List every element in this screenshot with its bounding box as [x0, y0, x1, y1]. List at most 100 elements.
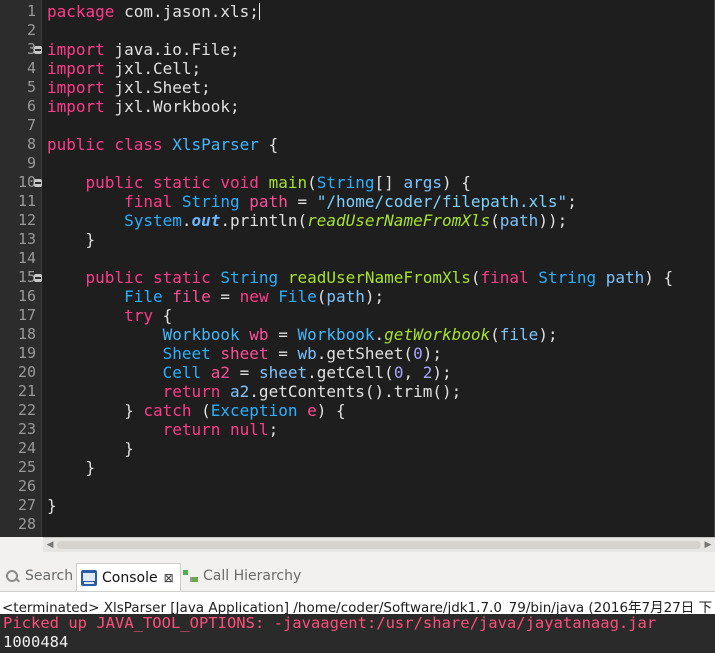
code-token: return null — [162, 420, 269, 439]
scrollbar-track[interactable] — [57, 541, 701, 549]
search-icon — [4, 568, 20, 584]
code-token: ); — [538, 325, 558, 344]
code-line[interactable]: 22 } catch (Exception e) { — [0, 401, 714, 420]
code-token: import — [47, 40, 105, 59]
code-token: ; — [268, 420, 279, 439]
code-token: e — [307, 401, 317, 420]
line-number: 14 — [17, 249, 36, 267]
line-number: 1 — [26, 2, 36, 20]
code-token: } — [47, 496, 57, 515]
code-token: ) { — [316, 401, 346, 420]
code-text: public class XlsParser { — [47, 135, 278, 154]
code-token: System — [124, 211, 182, 230]
scroll-left-arrow-icon[interactable]: ◀ — [45, 540, 55, 550]
code-line[interactable]: 8 public class XlsParser { — [0, 135, 714, 154]
code-text: final String path = "/home/coder/filepat… — [47, 192, 577, 211]
code-token: public class — [47, 135, 173, 154]
code-line[interactable]: 26 — [0, 477, 714, 496]
horizontal-scrollbar[interactable]: ◀ ▶ — [43, 537, 715, 552]
code-line[interactable]: 23 return null; — [0, 420, 714, 439]
code-line[interactable]: 13 } — [0, 230, 714, 249]
code-token: ( — [470, 268, 481, 287]
line-number: 26 — [17, 477, 36, 495]
code-line[interactable]: 7 — [0, 116, 714, 135]
code-line[interactable]: 9 — [0, 154, 714, 173]
code-line[interactable]: 5 import jxl.Sheet; — [0, 78, 714, 97]
code-token: return — [162, 382, 231, 401]
line-number: 4 — [26, 59, 36, 77]
code-token: import — [47, 97, 105, 116]
code-line[interactable]: 20 Cell a2 = sheet.getCell(0, 2); — [0, 363, 714, 382]
code-text: import jxl.Sheet; — [47, 78, 211, 97]
code-token: ) { — [644, 268, 674, 287]
code-token: XlsParser — [172, 135, 259, 154]
tab-console[interactable]: Console ⊠ — [76, 563, 181, 591]
line-number: 22 — [17, 401, 36, 419]
code-line[interactable]: 16 File file = new File(path); — [0, 287, 714, 306]
code-line[interactable]: 3 import java.io.File; — [0, 40, 714, 59]
code-token: path — [499, 211, 539, 230]
code-line[interactable]: 12 System.out.println(readUserNameFromXl… — [0, 211, 714, 230]
line-number: 17 — [17, 306, 36, 324]
text-caret — [258, 3, 260, 20]
fold-toggle-icon[interactable] — [34, 179, 42, 187]
console-output[interactable]: Picked up JAVA_TOOL_OPTIONS: -javaagent:… — [0, 614, 715, 653]
code-line[interactable]: 17 try { — [0, 306, 714, 325]
line-number: 2 — [26, 21, 36, 39]
code-text: } — [47, 230, 96, 249]
code-line[interactable]: 15 public static String readUserNameFrom… — [0, 268, 714, 287]
line-number: 5 — [26, 78, 36, 96]
code-line[interactable]: 2 — [0, 21, 714, 40]
code-token: 2 — [422, 363, 433, 382]
scroll-right-arrow-icon[interactable]: ▶ — [703, 540, 713, 550]
code-line[interactable]: 21 return a2.getContents().trim(); — [0, 382, 714, 401]
code-line[interactable]: 10 public static void main(String[] args… — [0, 173, 714, 192]
code-token: path — [605, 268, 645, 287]
code-token: println( — [230, 211, 308, 230]
code-editor[interactable]: 1 package com.jason.xls; 2 3 import java.io.… — [0, 0, 715, 537]
line-number: 21 — [17, 382, 36, 400]
code-text: import java.io.File; — [47, 40, 240, 59]
code-token: [] — [374, 173, 404, 192]
code-line[interactable]: 14 — [0, 249, 714, 268]
code-line[interactable]: 24 } — [0, 439, 714, 458]
tab-search[interactable]: Search — [4, 564, 73, 588]
code-token: com.jason.xls; — [114, 2, 259, 21]
tab-call-hierarchy[interactable]: Call Hierarchy — [182, 564, 301, 588]
line-number: 25 — [17, 458, 36, 476]
line-number: 28 — [17, 515, 36, 533]
code-token: = — [268, 325, 298, 344]
code-token: ); — [432, 363, 452, 382]
code-text: public static String readUserNameFromXls… — [47, 268, 674, 287]
code-line[interactable]: 1 package com.jason.xls; — [0, 2, 714, 21]
code-token: Exception — [210, 401, 308, 420]
code-line[interactable]: 25 } — [0, 458, 714, 477]
code-token: catch — [143, 401, 192, 420]
code-token: String — [316, 173, 375, 192]
code-line[interactable]: 4 import jxl.Cell; — [0, 59, 714, 78]
code-line[interactable]: 19 Sheet sheet = wb.getSheet(0); — [0, 344, 714, 363]
console-view[interactable]: <terminated> XlsParser [Java Application… — [0, 592, 715, 653]
code-token: } — [47, 230, 96, 249]
code-line[interactable]: 18 Workbook wb = Workbook.getWorkbook(fi… — [0, 325, 714, 344]
fold-toggle-icon[interactable] — [34, 274, 42, 282]
code-token: wb — [297, 344, 317, 363]
bottom-panel-tabs: Search Console ⊠ Call Hierarchy — [0, 558, 715, 592]
code-token: { — [258, 135, 279, 154]
code-line[interactable]: 11 final String path = "/home/coder/file… — [0, 192, 714, 211]
code-token: readUserNameFromXls — [307, 211, 491, 230]
code-token: String — [181, 192, 250, 211]
code-token: wb — [249, 325, 269, 344]
code-line[interactable]: 28 — [0, 515, 714, 534]
code-text: } catch (Exception e) { — [47, 401, 346, 420]
code-token: , — [403, 363, 423, 382]
code-text: import jxl.Workbook; — [47, 97, 240, 116]
code-token: file — [499, 325, 539, 344]
code-line[interactable]: 6 import jxl.Workbook; — [0, 97, 714, 116]
fold-toggle-icon[interactable] — [34, 46, 42, 54]
close-icon[interactable]: ⊠ — [164, 571, 174, 585]
code-line[interactable]: 27} — [0, 496, 714, 515]
